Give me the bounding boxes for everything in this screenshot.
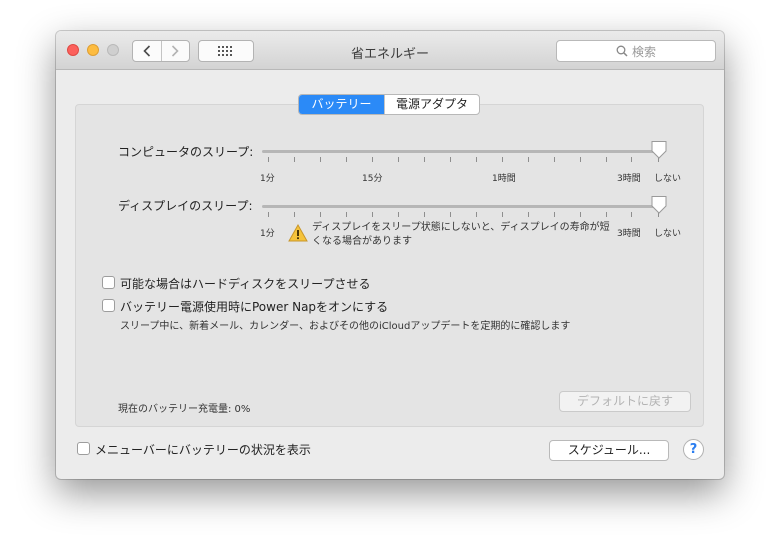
grid-icon	[218, 46, 232, 56]
tick-label-never: しない	[654, 229, 682, 239]
display-sleep-slider-thumb[interactable]	[650, 195, 668, 215]
slider-tick	[320, 212, 321, 217]
slider-tick	[346, 157, 347, 162]
slider-tick	[554, 157, 555, 162]
title-bar: 省エネルギー 検索	[56, 31, 724, 70]
search-field[interactable]: 検索	[556, 40, 716, 62]
display-sleep-slider[interactable]	[262, 205, 658, 208]
tick-label-1min: 1分	[260, 174, 275, 184]
slider-tick	[476, 212, 477, 217]
navigation-buttons	[132, 40, 190, 62]
forward-button[interactable]	[160, 41, 190, 61]
slider-tick	[580, 212, 581, 217]
tick-label-3hours: 3時間	[617, 229, 641, 239]
zoom-button[interactable]	[107, 44, 119, 56]
chevron-left-icon	[143, 45, 150, 57]
slider-tick	[398, 212, 399, 217]
slider-tick	[606, 157, 607, 162]
slider-tick	[528, 157, 529, 162]
show-all-button[interactable]	[198, 40, 254, 62]
slider-tick	[450, 157, 451, 162]
power-source-tabs: バッテリー 電源アダプタ	[298, 94, 480, 115]
slider-tick	[372, 212, 373, 217]
tab-power-adapter[interactable]: 電源アダプタ	[384, 95, 479, 114]
tick-label-1hour: 1時間	[492, 174, 516, 184]
hard-disk-sleep-label: 可能な場合はハードディスクをスリープさせる	[120, 277, 371, 291]
slider-tick	[528, 212, 529, 217]
computer-sleep-slider[interactable]	[262, 150, 658, 153]
slider-tick	[502, 212, 503, 217]
computer-sleep-slider-thumb[interactable]	[650, 140, 668, 160]
slider-tick	[398, 157, 399, 162]
show-battery-status-checkbox[interactable]	[77, 442, 90, 455]
show-battery-status-label: メニューバーにバッテリーの状況を表示	[95, 443, 311, 457]
tick-label-never: しない	[654, 174, 682, 184]
slider-tick	[554, 212, 555, 217]
slider-tick	[476, 157, 477, 162]
slider-tick	[424, 157, 425, 162]
energy-saver-window: 省エネルギー 検索 バッテリー 電源アダプタ コンピュータのスリープ: 1分 1…	[56, 31, 724, 479]
slider-tick	[580, 157, 581, 162]
power-nap-label: バッテリー電源使用時にPower Napをオンにする	[120, 300, 389, 314]
slider-tick	[631, 157, 632, 162]
hard-disk-sleep-checkbox[interactable]	[102, 276, 115, 289]
slider-tick	[606, 212, 607, 217]
tick-label-15min: 15分	[362, 174, 383, 184]
slider-tick	[294, 157, 295, 162]
chevron-right-icon	[172, 45, 179, 57]
battery-status: 現在のバッテリー充電量: 0%	[118, 404, 251, 415]
display-sleep-warning: ディスプレイをスリープ状態にしないと、ディスプレイの寿命が短くなる場合があります	[312, 222, 610, 247]
tab-battery[interactable]: バッテリー	[299, 95, 384, 114]
slider-tick	[424, 212, 425, 217]
slider-tick	[268, 157, 269, 162]
minimize-button[interactable]	[87, 44, 99, 56]
slider-tick	[631, 212, 632, 217]
warning-icon	[288, 224, 308, 242]
slider-tick	[268, 212, 269, 217]
power-nap-description: スリープ中に、新着メール、カレンダー、およびその他のiCloudアップデートを定…	[120, 321, 571, 332]
slider-tick	[346, 212, 347, 217]
slider-tick	[450, 212, 451, 217]
computer-sleep-label: コンピュータのスリープ:	[118, 145, 254, 159]
restore-defaults-button[interactable]: デフォルトに戻す	[559, 391, 691, 412]
slider-tick	[294, 212, 295, 217]
power-nap-checkbox[interactable]	[102, 299, 115, 312]
slider-tick	[372, 157, 373, 162]
close-button[interactable]	[67, 44, 79, 56]
tick-label-3hours: 3時間	[617, 174, 641, 184]
search-placeholder: 検索	[631, 44, 656, 59]
back-button[interactable]	[133, 41, 161, 61]
display-sleep-label: ディスプレイのスリープ:	[118, 199, 253, 213]
tick-label-1min: 1分	[260, 229, 275, 239]
slider-tick	[320, 157, 321, 162]
slider-tick	[502, 157, 503, 162]
search-icon	[616, 45, 628, 57]
help-button[interactable]: ?	[683, 439, 704, 460]
schedule-button[interactable]: スケジュール...	[549, 440, 669, 461]
window-title: 省エネルギー	[350, 47, 429, 62]
